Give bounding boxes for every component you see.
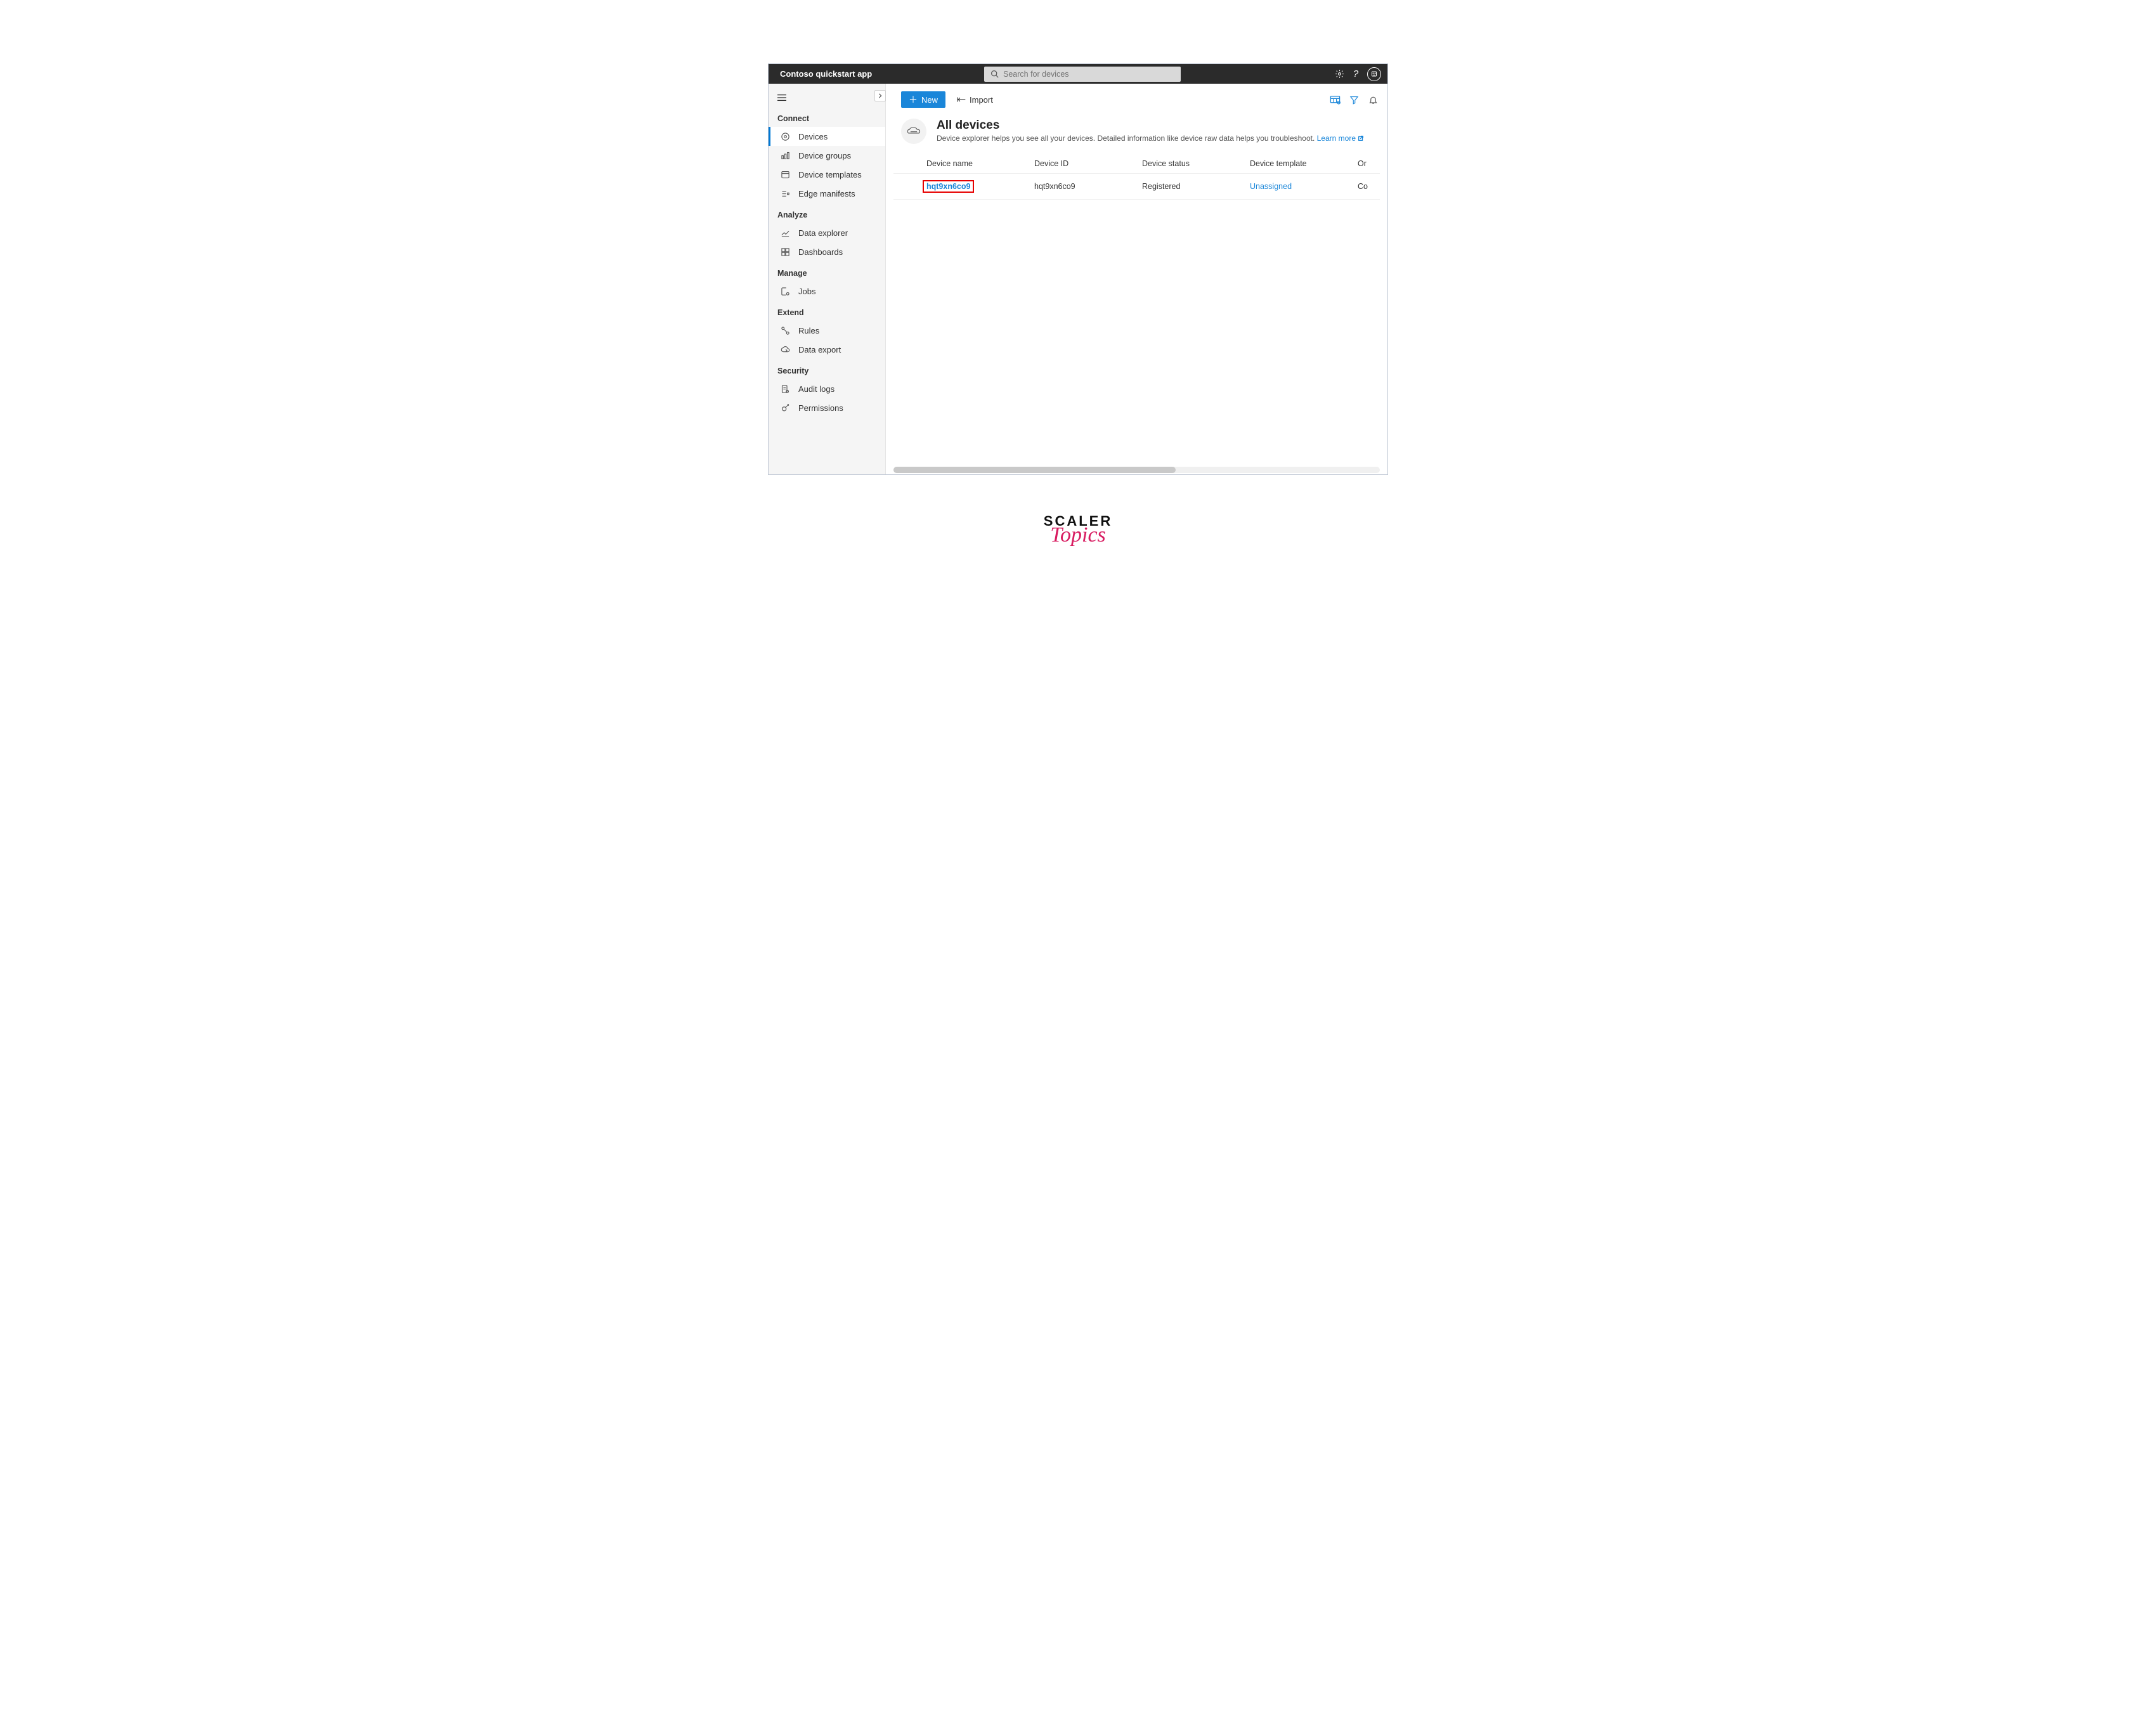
- new-label: New: [921, 95, 938, 105]
- devices-icon: [780, 131, 790, 141]
- bell-icon[interactable]: [1367, 94, 1379, 105]
- dashboards-icon: [780, 247, 790, 257]
- section-connect: Connect: [769, 107, 885, 127]
- cell-device-status: Registered: [1137, 182, 1245, 191]
- page-title: All devices: [937, 119, 1372, 133]
- sidebar-item-label: Data export: [798, 345, 841, 354]
- header: Contoso quickstart app ?: [769, 64, 1387, 84]
- filter-icon[interactable]: [1348, 94, 1360, 105]
- help-icon[interactable]: ?: [1351, 69, 1361, 79]
- cell-device-name[interactable]: hqt9xn6co9: [921, 180, 1029, 193]
- sidebar-item-rules[interactable]: Rules: [769, 321, 885, 340]
- import-button[interactable]: Import: [953, 91, 997, 108]
- body: Connect Devices Device groups Device tem…: [769, 84, 1387, 474]
- sidebar-item-device-groups[interactable]: Device groups: [769, 146, 885, 165]
- main: ＋ New Import: [886, 84, 1387, 474]
- cell-device-template[interactable]: Unassigned: [1245, 182, 1353, 191]
- sidebar-item-data-export[interactable]: Data export: [769, 340, 885, 359]
- col-device-id[interactable]: Device ID: [1029, 159, 1137, 168]
- sidebar-item-label: Rules: [798, 326, 819, 335]
- section-extend: Extend: [769, 301, 885, 321]
- permissions-icon: [780, 403, 790, 413]
- search-box[interactable]: [984, 67, 1181, 82]
- rules-icon: [780, 325, 790, 335]
- page-subtitle: Device explorer helps you see all your d…: [937, 134, 1372, 143]
- col-device-status[interactable]: Device status: [1137, 159, 1245, 168]
- sidebar: Connect Devices Device groups Device tem…: [769, 84, 886, 474]
- sidebar-item-edge-manifests[interactable]: Edge manifests: [769, 184, 885, 203]
- section-analyze: Analyze: [769, 203, 885, 223]
- cell-device-id: hqt9xn6co9: [1029, 182, 1137, 191]
- table-header: Device name Device ID Device status Devi…: [893, 153, 1380, 174]
- plus-icon: ＋: [909, 93, 918, 106]
- cell-org: Co: [1353, 182, 1384, 191]
- new-button[interactable]: ＋ New: [901, 91, 945, 108]
- table-row[interactable]: hqt9xn6co9 hqt9xn6co9 Registered Unassig…: [893, 174, 1380, 200]
- import-label: Import: [970, 95, 993, 105]
- sidebar-item-device-templates[interactable]: Device templates: [769, 165, 885, 184]
- audit-logs-icon: [780, 384, 790, 394]
- sidebar-item-audit-logs[interactable]: Audit logs: [769, 379, 885, 398]
- toolbar: ＋ New Import: [886, 84, 1387, 115]
- sidebar-item-permissions[interactable]: Permissions: [769, 398, 885, 417]
- search-input[interactable]: [1003, 70, 1176, 79]
- data-export-icon: [780, 344, 790, 354]
- devices-chip-icon: [901, 119, 926, 144]
- sidebar-item-jobs[interactable]: Jobs: [769, 282, 885, 301]
- page-header: All devices Device explorer helps you se…: [886, 115, 1387, 153]
- header-right: ?: [1334, 67, 1387, 81]
- import-icon: [957, 96, 966, 103]
- col-device-name[interactable]: Device name: [921, 159, 1029, 168]
- section-manage: Manage: [769, 261, 885, 282]
- table: Device name Device ID Device status Devi…: [886, 153, 1387, 474]
- device-groups-icon: [780, 150, 790, 160]
- feedback-icon[interactable]: [1367, 67, 1381, 81]
- expand-tree-icon[interactable]: [874, 90, 886, 101]
- sidebar-item-label: Devices: [798, 132, 828, 141]
- columns-icon[interactable]: [1329, 94, 1341, 105]
- section-security: Security: [769, 359, 885, 379]
- sidebar-item-label: Device groups: [798, 151, 851, 160]
- page-watermark: SCALER Topics: [1044, 513, 1112, 547]
- horizontal-scrollbar[interactable]: [893, 467, 1380, 473]
- sidebar-item-label: Dashboards: [798, 247, 843, 257]
- toolbar-right: [1329, 94, 1379, 105]
- sidebar-item-label: Permissions: [798, 403, 843, 413]
- learn-more-link[interactable]: Learn more: [1317, 134, 1365, 143]
- sidebar-item-dashboards[interactable]: Dashboards: [769, 242, 885, 261]
- sidebar-item-label: Device templates: [798, 170, 862, 179]
- edge-manifests-icon: [780, 188, 790, 198]
- col-org[interactable]: Or: [1353, 159, 1384, 168]
- hamburger-icon[interactable]: [769, 86, 885, 107]
- sidebar-item-label: Jobs: [798, 287, 815, 296]
- jobs-icon: [780, 286, 790, 296]
- app-frame: Contoso quickstart app ?: [768, 63, 1388, 475]
- data-explorer-icon: [780, 228, 790, 238]
- sidebar-item-label: Edge manifests: [798, 189, 855, 198]
- settings-icon[interactable]: [1334, 69, 1344, 79]
- sidebar-item-devices[interactable]: Devices: [769, 127, 885, 146]
- search-icon: [989, 69, 999, 79]
- brand-line2: Topics: [1044, 523, 1112, 547]
- sidebar-item-label: Data explorer: [798, 228, 848, 238]
- device-templates-icon: [780, 169, 790, 179]
- sidebar-item-data-explorer[interactable]: Data explorer: [769, 223, 885, 242]
- sidebar-item-label: Audit logs: [798, 384, 834, 394]
- col-device-template[interactable]: Device template: [1245, 159, 1353, 168]
- scrollbar-thumb[interactable]: [893, 467, 1176, 473]
- app-name: Contoso quickstart app: [769, 69, 886, 79]
